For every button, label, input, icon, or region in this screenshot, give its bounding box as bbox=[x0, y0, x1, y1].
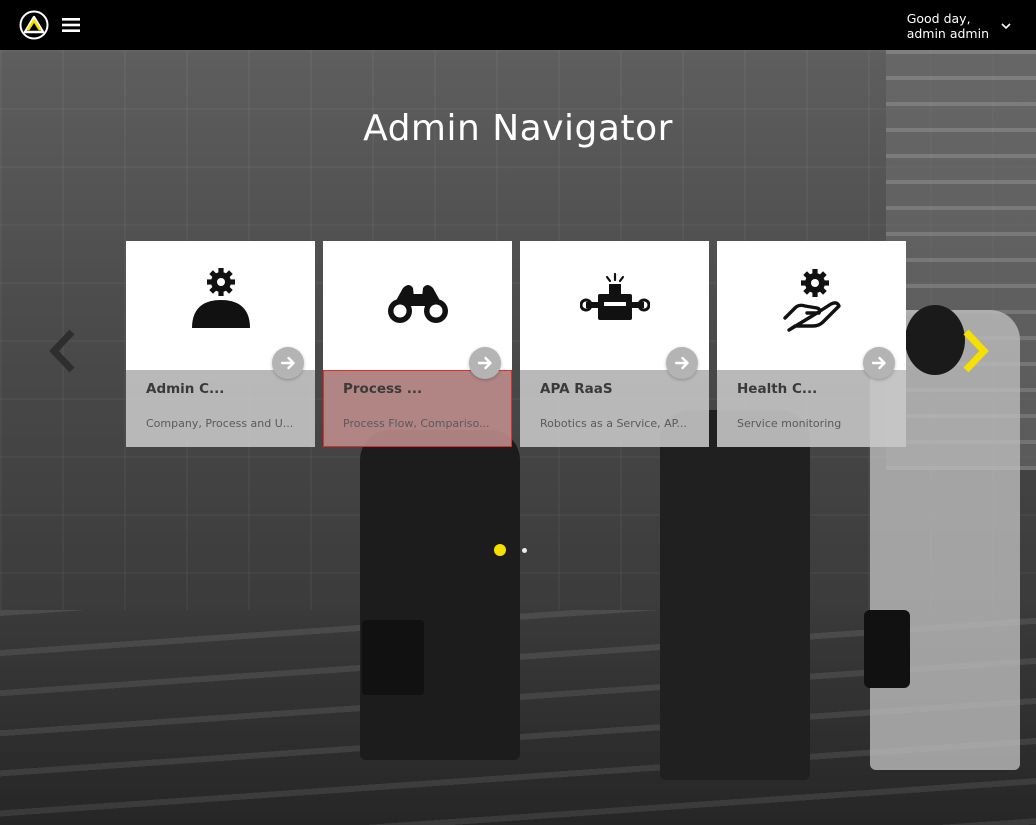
hand-gear-icon bbox=[783, 269, 841, 332]
robot-icon bbox=[580, 272, 650, 320]
card-title: APA RaaS bbox=[540, 381, 613, 397]
card-description: Process Flow, Compariso... bbox=[343, 417, 490, 430]
card-process[interactable]: Process ... Process Flow, Compariso... bbox=[323, 241, 512, 447]
card-apa-raas[interactable]: APA RaaS Robotics as a Service, AP... bbox=[520, 241, 709, 447]
arrow-right-icon bbox=[674, 356, 689, 370]
top-bar: Good day, admin admin bbox=[0, 0, 1036, 50]
page-dot-1[interactable] bbox=[494, 544, 506, 556]
arrow-right-icon bbox=[871, 356, 886, 370]
arrow-right-icon bbox=[280, 356, 295, 370]
chevron-right-icon[interactable] bbox=[958, 328, 992, 374]
card-title: Health C... bbox=[737, 381, 818, 397]
arrow-right-icon bbox=[477, 356, 492, 370]
card-description: Service monitoring bbox=[737, 417, 842, 430]
user-name: admin admin bbox=[906, 26, 989, 41]
binoculars-icon bbox=[388, 285, 448, 323]
user-greeting[interactable]: Good day, admin admin bbox=[907, 11, 989, 41]
page-dot-2[interactable] bbox=[522, 548, 527, 553]
card-description: Robotics as a Service, AP... bbox=[540, 417, 688, 430]
card-arrow-button[interactable] bbox=[272, 347, 304, 379]
card-title: Admin C... bbox=[146, 381, 225, 397]
card-description: Company, Process and U... bbox=[146, 417, 294, 430]
card-arrow-button[interactable] bbox=[469, 347, 501, 379]
card-arrow-button[interactable] bbox=[666, 347, 698, 379]
chevron-down-icon[interactable] bbox=[1000, 20, 1012, 32]
company-logo-icon[interactable] bbox=[19, 10, 49, 40]
card-health-check[interactable]: Health C... Service monitoring bbox=[717, 241, 906, 447]
card-title: Process ... bbox=[343, 381, 423, 397]
hamburger-menu-icon[interactable] bbox=[62, 16, 80, 34]
greeting-text: Good day, bbox=[906, 11, 971, 26]
card-admin-console[interactable]: Admin C... Company, Process and U... bbox=[126, 241, 315, 447]
page-title: Admin Navigator bbox=[363, 108, 673, 149]
user-gear-icon bbox=[192, 268, 250, 328]
navigator-cards: Admin C... Company, Process and U... Pro… bbox=[126, 241, 906, 447]
carousel-pagination bbox=[494, 543, 534, 557]
chevron-left-icon[interactable] bbox=[46, 328, 80, 374]
card-arrow-button[interactable] bbox=[863, 347, 895, 379]
